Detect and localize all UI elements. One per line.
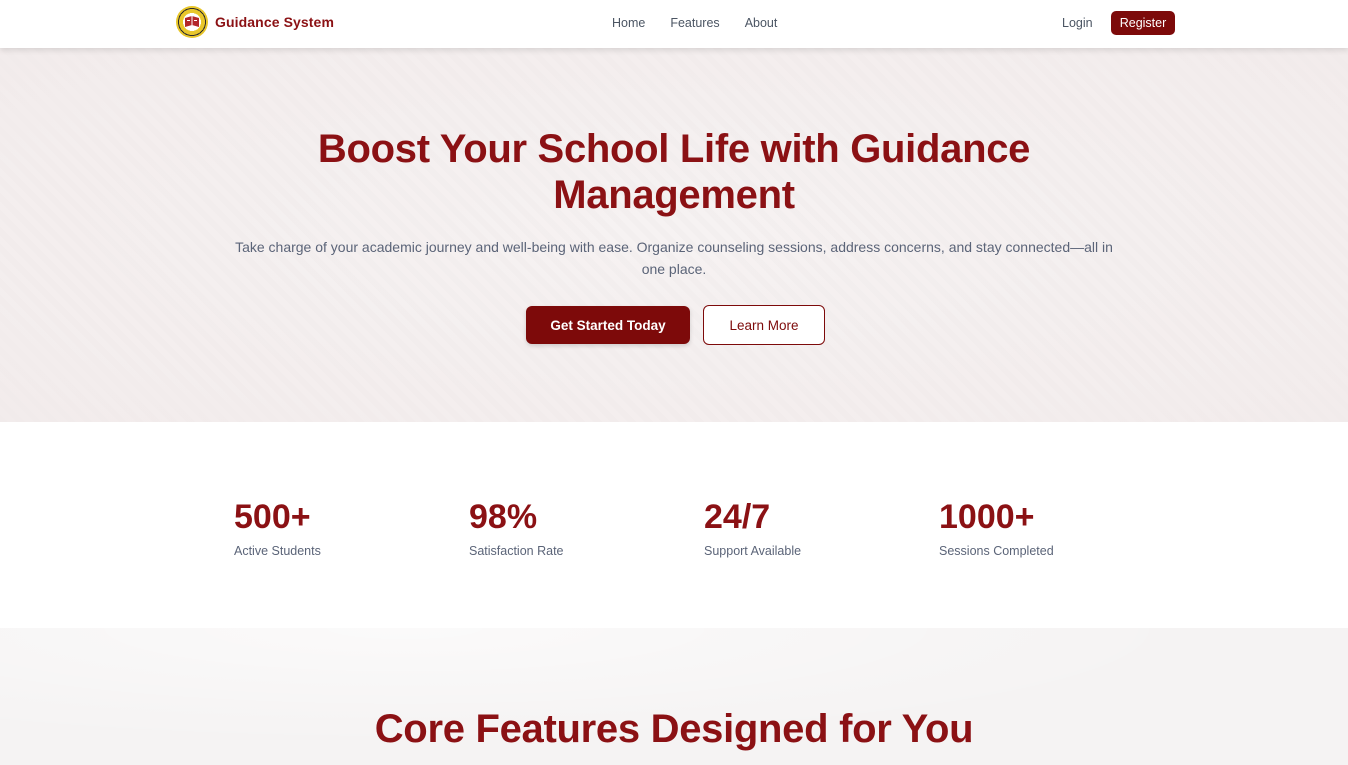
get-started-button[interactable]: Get Started Today <box>526 306 690 344</box>
school-seal-logo <box>176 6 208 38</box>
stat-support-available: 24/7 Support Available <box>704 498 801 558</box>
hero-title: Boost Your School Life with Guidance Man… <box>0 126 1348 218</box>
stat-active-students: 500+ Active Students <box>234 498 321 558</box>
hero-title-line2: Management <box>553 173 795 217</box>
main-nav: Home Features About <box>612 16 802 30</box>
stat-value: 500+ <box>234 498 311 536</box>
nav-home[interactable]: Home <box>612 16 645 30</box>
stat-value: 24/7 <box>704 498 771 536</box>
stats-section: 500+ Active Students 98% Satisfaction Ra… <box>0 422 1348 628</box>
stat-satisfaction-rate: 98% Satisfaction Rate <box>469 498 564 558</box>
hero-subtitle: Take charge of your academic journey and… <box>235 239 1113 277</box>
login-link[interactable]: Login <box>1062 16 1093 30</box>
hero-title-line1: Boost Your School Life with Guidance <box>317 127 1031 171</box>
features-title: Core Features Designed for You <box>374 707 974 751</box>
stat-label: Satisfaction Rate <box>469 544 564 558</box>
learn-more-button[interactable]: Learn More <box>703 305 825 345</box>
nav-about[interactable]: About <box>745 16 778 30</box>
stat-value: 1000+ <box>939 498 1035 536</box>
brand-name: Guidance System <box>215 14 334 30</box>
stat-label: Sessions Completed <box>939 544 1054 558</box>
brand[interactable]: Guidance System <box>176 6 334 38</box>
stat-value: 98% <box>469 498 538 536</box>
hero-section: Boost Your School Life with Guidance Man… <box>0 48 1348 422</box>
stat-sessions-completed: 1000+ Sessions Completed <box>939 498 1054 558</box>
nav-features[interactable]: Features <box>670 16 719 30</box>
stat-label: Active Students <box>234 544 321 558</box>
stat-label: Support Available <box>704 544 802 558</box>
navbar: Guidance System Home Features About Logi… <box>0 0 1348 48</box>
register-button[interactable]: Register <box>1111 11 1175 35</box>
features-section: Core Features Designed for You <box>0 628 1348 765</box>
